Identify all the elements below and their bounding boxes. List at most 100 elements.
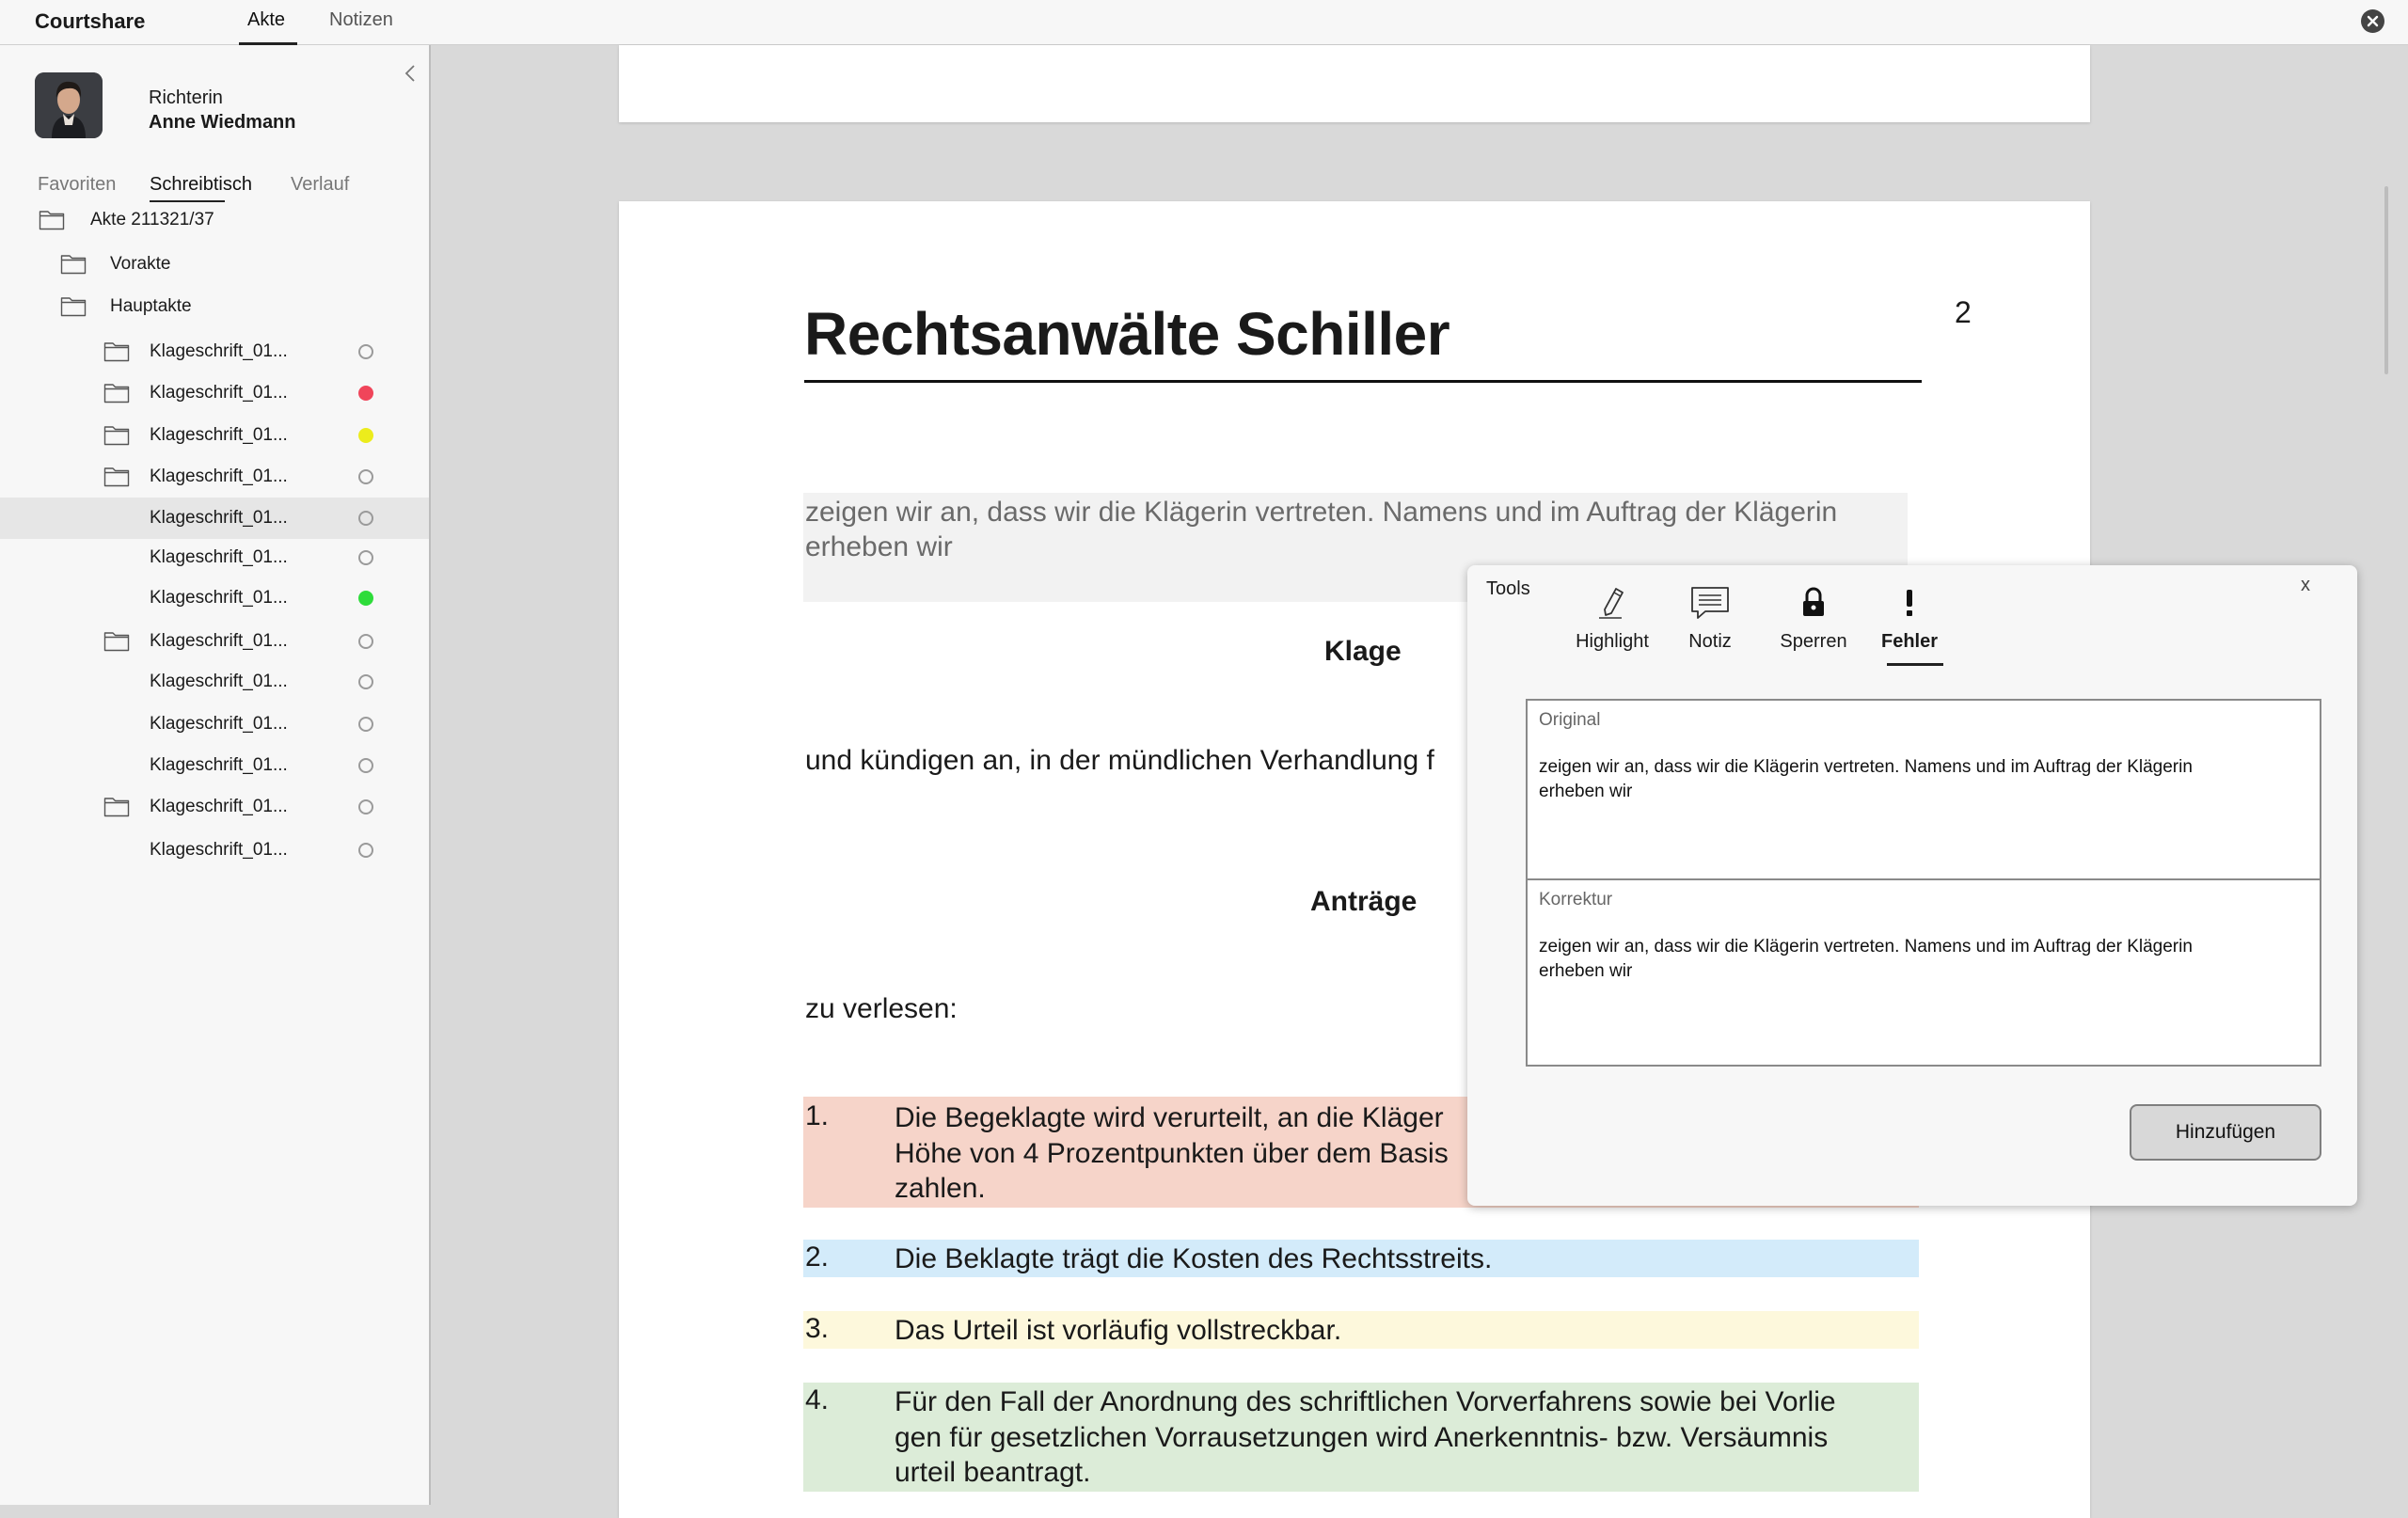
document-paragraph[interactable]: zeigen wir an, dass wir die Klägerin ver… [805, 495, 1925, 564]
tree-item[interactable]: Klageschrift_01... [0, 498, 429, 539]
tree-item[interactable]: Klageschrift_01... [0, 415, 429, 456]
tool-label: Sperren [1780, 631, 1847, 652]
document-paragraph[interactable]: zu verlesen: [805, 993, 958, 1025]
tree-item-label: Klageschrift_01... [150, 714, 288, 734]
active-tool-indicator [1887, 663, 1943, 666]
tool-label: Fehler [1880, 631, 1939, 652]
notiz-tool-button[interactable]: Notiz [1672, 584, 1748, 653]
tree-item[interactable]: Klageschrift_01... [0, 372, 429, 414]
exclamation-icon [1907, 590, 1912, 616]
korrektur-text[interactable]: zeigen wir an, dass wir die Klägerin ver… [1539, 935, 2197, 984]
tree-item-label: Klageschrift_01... [150, 840, 288, 860]
tree-item-label: Klageschrift_01... [150, 588, 288, 608]
status-indicator [358, 344, 373, 359]
original-text-field[interactable]: Original zeigen wir an, dass wir die Klä… [1526, 699, 2321, 880]
tree-item[interactable]: Klageschrift_01... [0, 830, 429, 871]
list-item-text[interactable]: Die Beklagte trägt die Kosten des Rechts… [895, 1241, 1492, 1277]
tab-schreibtisch[interactable]: Schreibtisch [150, 174, 252, 196]
field-label: Original [1539, 710, 1601, 730]
close-icon[interactable] [2361, 9, 2384, 33]
tools-panel: Tools x Highlight Notiz Sperren Fehler O… [1467, 565, 2357, 1206]
field-label: Korrektur [1539, 890, 1613, 909]
avatar [35, 72, 103, 138]
page-number: 2 [1955, 295, 1972, 329]
tab-favoriten[interactable]: Favoriten [38, 174, 116, 196]
list-item-number: 1. [805, 1100, 830, 1131]
tab-notizen[interactable]: Notizen [329, 9, 393, 31]
scrollbar[interactable] [2384, 186, 2388, 374]
tree-item[interactable]: Vorakte [0, 244, 429, 285]
highlight-tool-button[interactable]: Highlight [1565, 584, 1659, 653]
folder-icon [103, 795, 130, 817]
tree-item-label: Klageschrift_01... [150, 797, 288, 816]
tree-item-label: Klageschrift_01... [150, 341, 288, 361]
status-indicator [358, 591, 373, 606]
status-indicator [358, 717, 373, 732]
tree-item-label: Klageschrift_01... [150, 508, 288, 528]
add-button[interactable]: Hinzufügen [2130, 1104, 2321, 1161]
tab-akte[interactable]: Akte [247, 9, 285, 31]
tree-item[interactable]: Klageschrift_01... [0, 745, 429, 786]
tree-item[interactable]: Klageschrift_01... [0, 537, 429, 578]
panel-title: Tools [1486, 578, 1530, 599]
tree-item[interactable]: Akte 211321/37 [0, 199, 429, 241]
tree-item[interactable]: Klageschrift_01... [0, 704, 429, 745]
original-text: zeigen wir an, dass wir die Klägerin ver… [1539, 757, 2193, 801]
folder-icon [103, 381, 130, 403]
tree-item[interactable]: Klageschrift_01... [0, 456, 429, 498]
korrektur-text-field[interactable]: Korrektur zeigen wir an, dass wir die Kl… [1526, 878, 2321, 1067]
status-indicator [358, 511, 373, 526]
folder-icon [103, 629, 130, 652]
tab-verlauf[interactable]: Verlauf [291, 174, 349, 196]
tree-item-label: Klageschrift_01... [150, 383, 288, 403]
tree-item-label: Klageschrift_01... [150, 631, 288, 651]
tree-item-label: Hauptakte [110, 296, 192, 316]
tree-item-label: Klageschrift_01... [150, 466, 288, 486]
tool-label: Notiz [1688, 631, 1732, 652]
tree-item-label: Akte 211321/37 [90, 210, 214, 229]
comment-icon [1691, 587, 1729, 619]
user-role: Richterin [149, 87, 223, 108]
list-item-number: 3. [805, 1313, 830, 1344]
tool-label: Highlight [1576, 631, 1649, 652]
status-indicator [358, 469, 373, 484]
folder-icon [60, 252, 87, 275]
list-item-text[interactable]: Das Urteil ist vorläufig vollstreckbar. [895, 1313, 1341, 1349]
tree-item-label: Vorakte [110, 254, 171, 274]
status-indicator [358, 386, 373, 401]
tree-item[interactable]: Klageschrift_01... [0, 786, 429, 828]
close-panel-button[interactable]: x [2301, 575, 2310, 596]
document-title: Rechtsanwälte Schiller [804, 300, 1450, 368]
collapse-sidebar-icon[interactable] [401, 62, 420, 85]
list-item-text[interactable]: Die Begeklagte wird verurteilt, an die K… [895, 1100, 1449, 1207]
tree-item-label: Klageschrift_01... [150, 755, 288, 775]
document-paragraph[interactable]: und kündigen an, in der mündlichen Verha… [805, 745, 1434, 777]
tree-item[interactable]: Klageschrift_01... [0, 577, 429, 619]
tree-item-label: Klageschrift_01... [150, 547, 288, 567]
list-item-number: 2. [805, 1241, 830, 1273]
section-heading: Anträge [1310, 886, 1418, 917]
folder-icon [60, 294, 87, 317]
status-indicator [358, 758, 373, 773]
status-indicator [358, 799, 373, 814]
lock-icon [1803, 587, 1824, 616]
pencil-icon [1599, 588, 1624, 619]
section-heading: Klage [1324, 636, 1402, 667]
folder-icon [39, 208, 65, 230]
tree-item[interactable]: Hauptakte [0, 286, 429, 327]
tree-item[interactable]: Klageschrift_01... [0, 331, 429, 372]
status-indicator [358, 634, 373, 649]
app-title: Courtshare [35, 9, 146, 33]
tree-item[interactable]: Klageschrift_01... [0, 621, 429, 662]
sperren-tool-button[interactable]: Sperren [1771, 584, 1856, 653]
status-indicator [358, 550, 373, 565]
tree-item-label: Klageschrift_01... [150, 672, 288, 691]
list-item-number: 4. [805, 1384, 830, 1415]
status-indicator [358, 843, 373, 858]
status-indicator [358, 674, 373, 689]
fehler-tool-button[interactable]: Fehler [1874, 584, 1945, 653]
folder-icon [103, 340, 130, 362]
list-item-text[interactable]: Für den Fall der Anordnung des schriftli… [895, 1384, 1836, 1491]
tree-item[interactable]: Klageschrift_01... [0, 661, 429, 703]
folder-icon [103, 423, 130, 446]
